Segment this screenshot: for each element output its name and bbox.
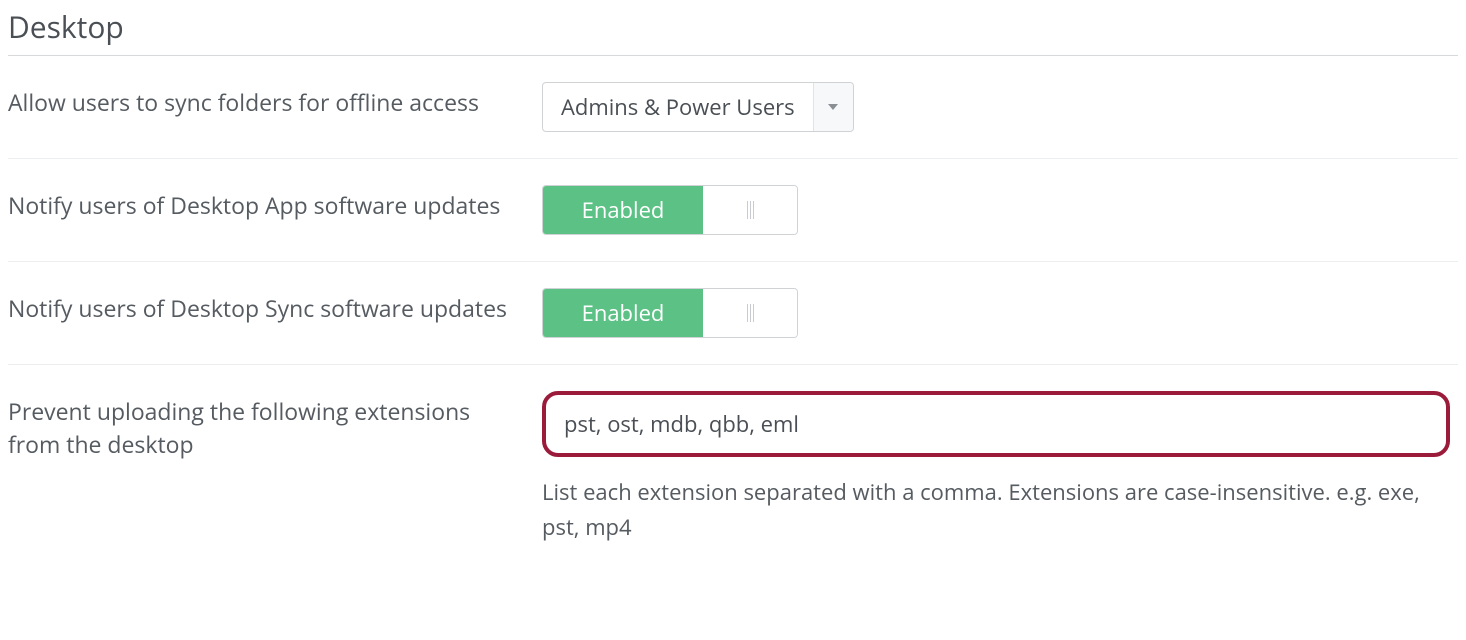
grip-icon [747,201,754,219]
setting-label: Prevent uploading the following extensio… [8,391,518,462]
toggle-handle [703,289,797,337]
setting-control: Enabled [542,185,1458,235]
highlight-annotation [542,391,1450,457]
chevron-down-icon [813,83,853,131]
grip-icon [747,304,754,322]
notify-app-updates-toggle[interactable]: Enabled [542,185,798,235]
notify-sync-updates-toggle[interactable]: Enabled [542,288,798,338]
prevent-extensions-input[interactable] [550,399,1442,449]
dropdown-selected-value: Admins & Power Users [543,83,813,131]
sync-folders-dropdown[interactable]: Admins & Power Users [542,82,854,132]
section-heading: Desktop [8,6,1458,47]
setting-row-prevent-extensions: Prevent uploading the following extensio… [8,365,1458,571]
setting-control: List each extension separated with a com… [542,391,1458,545]
desktop-settings-panel: Desktop Allow users to sync folders for … [0,0,1466,591]
setting-label: Allow users to sync folders for offline … [8,82,518,119]
setting-row-sync-folders: Allow users to sync folders for offline … [8,56,1458,159]
setting-row-notify-app-updates: Notify users of Desktop App software upd… [8,159,1458,262]
toggle-handle [703,186,797,234]
setting-label: Notify users of Desktop App software upd… [8,185,518,222]
toggle-state-label: Enabled [543,186,703,234]
setting-label: Notify users of Desktop Sync software up… [8,288,518,325]
setting-control: Enabled [542,288,1458,338]
setting-row-notify-sync-updates: Notify users of Desktop Sync software up… [8,262,1458,365]
setting-control: Admins & Power Users [542,82,1458,132]
toggle-state-label: Enabled [543,289,703,337]
help-text: List each extension separated with a com… [542,475,1458,545]
